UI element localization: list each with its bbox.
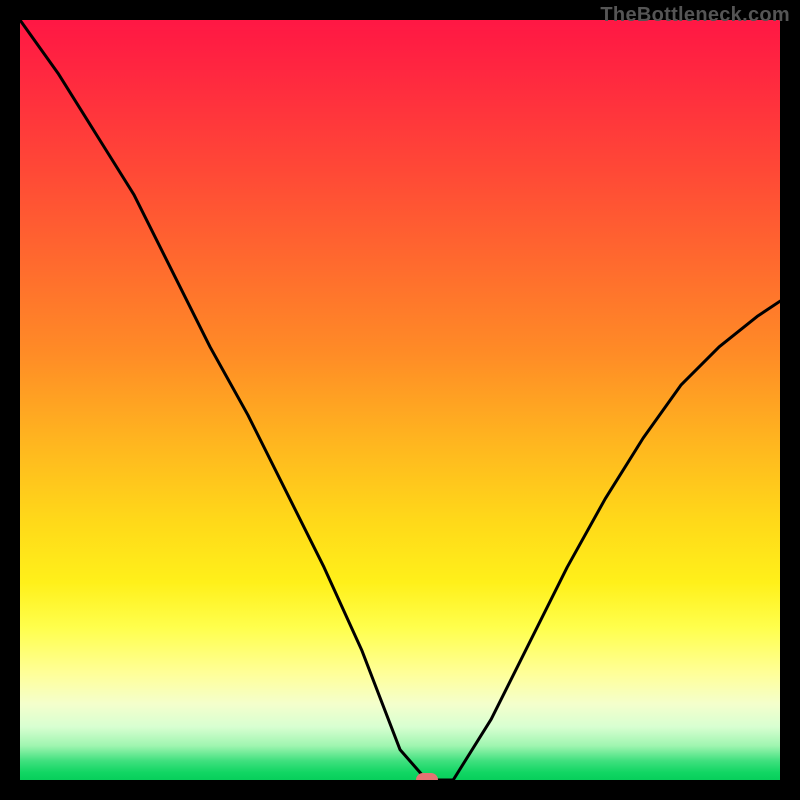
curve-svg <box>20 20 780 780</box>
plot-area <box>20 20 780 780</box>
chart-frame: TheBottleneck.com <box>0 0 800 800</box>
selected-marker <box>416 773 438 780</box>
watermark-text: TheBottleneck.com <box>600 4 790 27</box>
bottleneck-curve <box>20 20 780 780</box>
